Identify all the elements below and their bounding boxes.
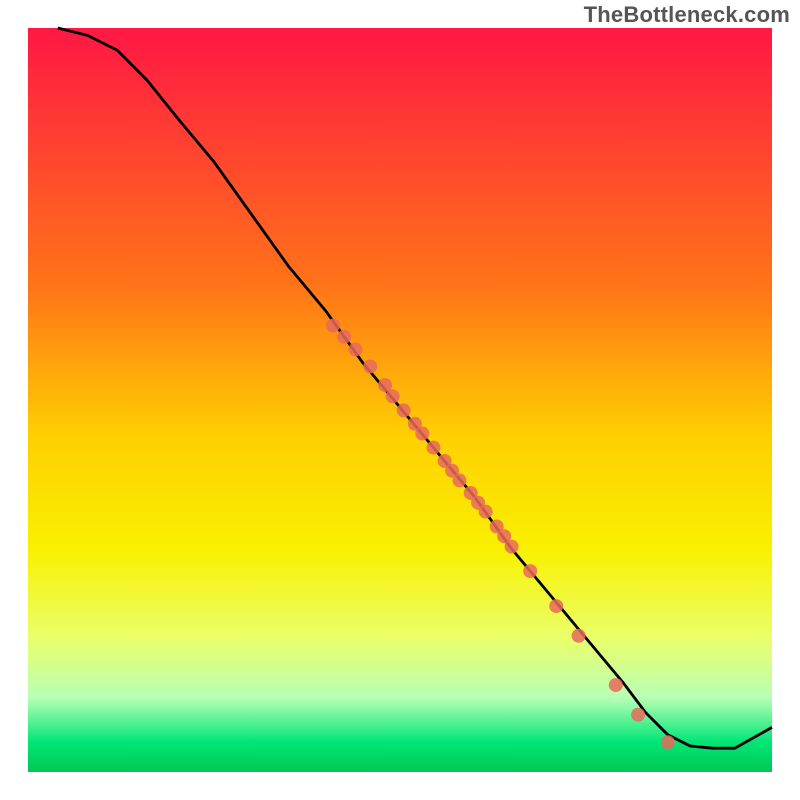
watermark-text: TheBottleneck.com <box>584 2 790 28</box>
data-point <box>337 330 351 344</box>
data-point <box>609 678 623 692</box>
data-point <box>386 389 400 403</box>
plot-area <box>28 28 772 772</box>
data-point <box>661 735 675 749</box>
data-point <box>427 441 441 455</box>
data-point <box>505 540 519 554</box>
data-point <box>549 599 563 613</box>
data-point <box>523 564 537 578</box>
data-point <box>326 319 340 333</box>
data-point <box>397 403 411 417</box>
data-point <box>415 427 429 441</box>
chart-svg <box>0 0 800 800</box>
data-point <box>479 505 493 519</box>
data-point <box>572 629 586 643</box>
data-point <box>453 473 467 487</box>
plot-background <box>28 28 772 772</box>
data-point <box>348 342 362 356</box>
chart-container: TheBottleneck.com <box>0 0 800 800</box>
data-point <box>631 708 645 722</box>
data-point <box>363 360 377 374</box>
